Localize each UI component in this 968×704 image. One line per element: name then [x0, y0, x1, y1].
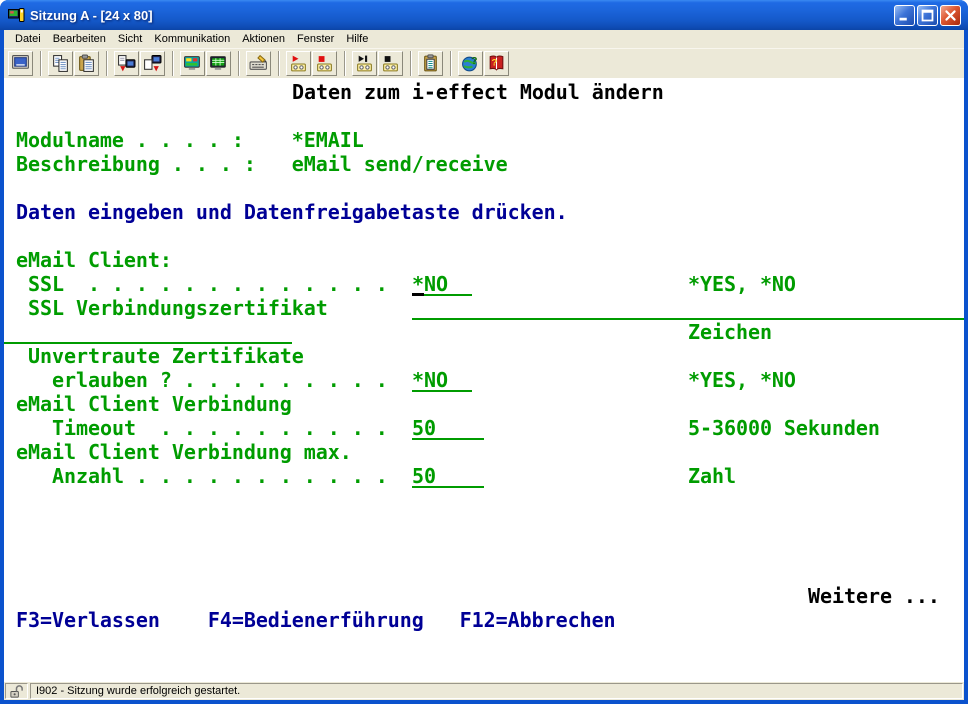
svg-text:?: ? [471, 55, 477, 67]
title-bar: Sitzung A - [24 x 80] [0, 0, 968, 30]
session-window-icon [11, 54, 30, 73]
send-file-button[interactable] [114, 51, 139, 76]
menu-item-fenster[interactable]: Fenster [291, 32, 340, 46]
play-macro-icon [355, 54, 374, 73]
copy-button[interactable] [48, 51, 73, 76]
connection-status-icon [9, 684, 24, 699]
terminal-session-icon [8, 7, 25, 24]
toolbar-separator [106, 51, 108, 76]
record-macro-icon [289, 54, 308, 73]
max-count-input[interactable]: 50 [412, 464, 484, 488]
screen-colors-icon [209, 54, 228, 73]
more-indicator: Weitere ... [808, 584, 940, 608]
connection-status-cell [5, 683, 28, 699]
timeout-hint: 5-36000 Sekunden [688, 416, 880, 440]
menu-item-hilfe[interactable]: Hilfe [340, 32, 374, 46]
toolbar-separator [172, 51, 174, 76]
display-setup-icon [183, 54, 202, 73]
stop-play-icon [381, 54, 400, 73]
session-window-button[interactable] [8, 51, 33, 76]
toolbar: ?? [4, 48, 964, 78]
toolbar-separator [238, 51, 240, 76]
help-button[interactable]: ? [484, 51, 509, 76]
stop-record-icon [315, 54, 334, 73]
help-icon: ? [487, 54, 506, 73]
untrusted-certs-label-2: erlauben ? . . . . . . . . . [52, 368, 388, 392]
toolbar-separator [450, 51, 452, 76]
ssl-label: SSL . . . . . . . . . . . . . [28, 272, 388, 296]
keyboard-setup-icon [249, 54, 268, 73]
untrusted-certs-label-1: Unvertraute Zertifikate [28, 344, 304, 368]
ssl-cert-input[interactable] [412, 296, 964, 320]
ssl-cert-hint: Zeichen [688, 320, 772, 344]
menu-item-sicht[interactable]: Sicht [112, 32, 148, 46]
app-icon[interactable] [8, 7, 25, 24]
caption-buttons [894, 5, 961, 26]
ssl-cert-input-continuation[interactable] [4, 320, 292, 344]
application-window: Sitzung A - [24 x 80] Datei Bearbeiten S… [0, 0, 968, 704]
menu-item-kommunikation[interactable]: Kommunikation [148, 32, 236, 46]
web-support-icon: ? [461, 54, 480, 73]
keyboard-setup-button[interactable] [246, 51, 271, 76]
beschreibung-line: Beschreibung . . . : eMail send/receive [16, 152, 508, 176]
ssl-hint: *YES, *NO [688, 272, 796, 296]
menu-item-aktionen[interactable]: Aktionen [236, 32, 291, 46]
max-count-hint: Zahl [688, 464, 736, 488]
minimize-button[interactable] [894, 5, 915, 26]
receive-file-button[interactable] [140, 51, 165, 76]
maximize-icon [918, 6, 937, 25]
receive-file-icon [143, 54, 162, 73]
play-macro-button[interactable] [352, 51, 377, 76]
max-count-label-2: Anzahl . . . . . . . . . . . [52, 464, 388, 488]
window-title: Sitzung A - [24 x 80] [30, 8, 894, 23]
max-count-label-1: eMail Client Verbindung max. [16, 440, 352, 464]
web-support-button[interactable]: ? [458, 51, 483, 76]
toolbar-separator [40, 51, 42, 76]
modulname-line: Modulname . . . . : *EMAIL [16, 128, 364, 152]
stop-play-button[interactable] [378, 51, 403, 76]
macro-edit-icon [421, 54, 440, 73]
toolbar-separator [410, 51, 412, 76]
menu-item-datei[interactable]: Datei [9, 32, 47, 46]
menu-bar: Datei Bearbeiten Sicht Kommunikation Akt… [4, 30, 964, 48]
close-icon [941, 6, 960, 25]
timeout-input[interactable]: 50 [412, 416, 484, 440]
close-button[interactable] [940, 5, 961, 26]
svg-text:?: ? [492, 58, 498, 69]
send-file-icon [117, 54, 136, 73]
ssl-cert-label: SSL Verbindungszertifikat [28, 296, 328, 320]
section-email-client: eMail Client: [16, 248, 172, 272]
stop-record-button[interactable] [312, 51, 337, 76]
paste-icon [77, 54, 96, 73]
terminal-screen[interactable]: Daten zum i-effect Modul ändern Modulname… [4, 78, 964, 682]
menu-item-bearbeiten[interactable]: Bearbeiten [47, 32, 112, 46]
timeout-label-1: eMail Client Verbindung [16, 392, 292, 416]
timeout-label-2: Timeout . . . . . . . . . . [52, 416, 388, 440]
untrusted-certs-input[interactable]: *NO [412, 368, 472, 392]
status-message: I902 - Sitzung wurde erfolgreich gestart… [36, 685, 240, 697]
toolbar-separator [344, 51, 346, 76]
record-macro-button[interactable] [286, 51, 311, 76]
minimize-icon [895, 6, 914, 25]
copy-icon [51, 54, 70, 73]
status-bar: I902 - Sitzung wurde erfolgreich gestart… [4, 682, 964, 700]
macro-edit-button[interactable] [418, 51, 443, 76]
function-key-line: F3=Verlassen F4=Bedienerführung F12=Abbr… [16, 608, 616, 632]
maximize-button[interactable] [917, 5, 938, 26]
status-message-cell: I902 - Sitzung wurde erfolgreich gestart… [30, 683, 963, 699]
display-setup-button[interactable] [180, 51, 205, 76]
untrusted-certs-hint: *YES, *NO [688, 368, 796, 392]
screen-title: Daten zum i-effect Modul ändern [292, 80, 664, 104]
text-cursor [412, 293, 424, 296]
instruction-line: Daten eingeben und Datenfreigabetaste dr… [16, 200, 568, 224]
screen-colors-button[interactable] [206, 51, 231, 76]
paste-button[interactable] [74, 51, 99, 76]
toolbar-separator [278, 51, 280, 76]
